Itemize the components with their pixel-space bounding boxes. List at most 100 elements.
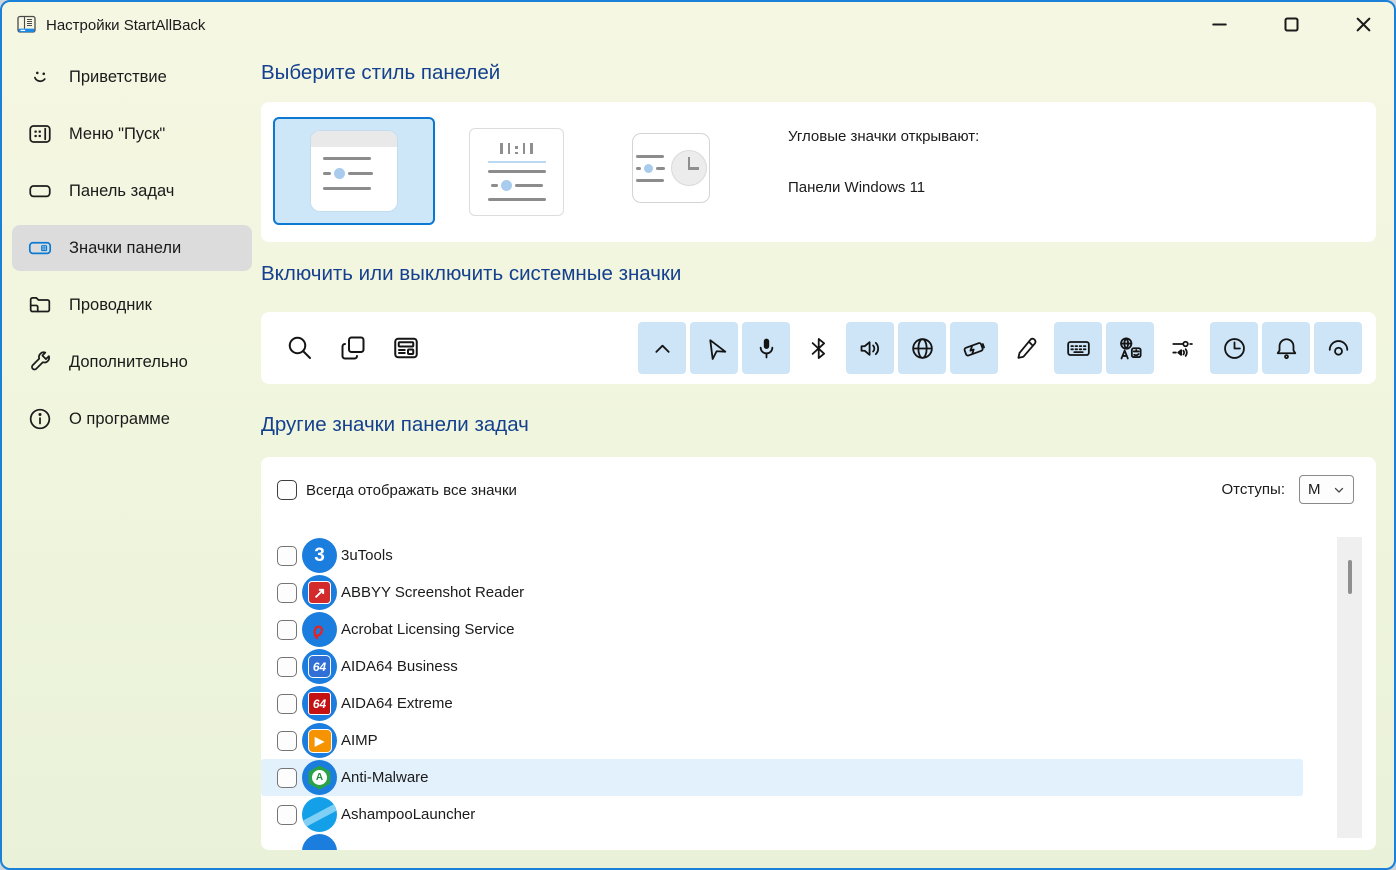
app-name: ABBYY Screenshot Reader	[341, 584, 525, 601]
task-view-icon[interactable]	[338, 333, 368, 363]
app-checkbox[interactable]	[277, 656, 297, 677]
widgets-icon[interactable]	[391, 333, 421, 363]
spacing-row: Отступы: M	[1222, 475, 1354, 504]
app-window: Настройки StartAllBack Приветствие Меню "…	[0, 0, 1396, 870]
toggle-network-globe[interactable]	[898, 322, 946, 374]
app-row-aida64-business[interactable]: 64 AIDA64 Business	[261, 648, 1303, 685]
toggle-pen[interactable]	[1002, 322, 1050, 374]
app-row-aimp[interactable]: ▶ AIMP	[261, 722, 1303, 759]
app-row-3utools[interactable]: 3 3uTools	[261, 537, 1303, 574]
app-checkbox[interactable]	[277, 545, 297, 566]
tray-icons-icon	[27, 235, 53, 261]
app-row-acrobat-licensing[interactable]: Acrobat Licensing Service	[261, 611, 1303, 648]
scrollbar[interactable]	[1337, 537, 1362, 838]
keyboard-icon	[1065, 335, 1092, 362]
spacing-select[interactable]: M	[1299, 475, 1354, 504]
toggle-location[interactable]	[690, 322, 738, 374]
3utools-app-icon: 3	[302, 538, 337, 573]
sidebar-item-tray-icons[interactable]: Значки панели	[12, 225, 252, 271]
scrollbar-thumb[interactable]	[1347, 560, 1352, 594]
app-checkbox[interactable]	[277, 804, 297, 825]
toggle-bluetooth[interactable]	[794, 322, 842, 374]
folder-icon	[27, 292, 53, 318]
system-icons-heading: Включить или выключить системные значки	[261, 262, 682, 285]
sidebar-item-start-menu[interactable]: Меню "Пуск"	[12, 111, 252, 157]
volume-icon	[857, 335, 884, 362]
bell-icon	[1273, 335, 1300, 362]
toggle-battery[interactable]	[950, 322, 998, 374]
sidebar-item-label: Меню "Пуск"	[69, 124, 166, 143]
ashampoo-launcher-app-icon	[302, 797, 337, 832]
style-panel: Угловые значки открывают: Панели Windows…	[261, 102, 1376, 242]
sidebar-item-label: Дополнительно	[69, 352, 188, 371]
app-checkbox[interactable]	[277, 730, 297, 751]
language-icon	[1117, 335, 1144, 362]
system-icons-panel	[261, 312, 1376, 384]
app-name: AshampooLauncher	[341, 806, 476, 823]
tray-icons-panel: Всегда отображать все значки Отступы: M …	[261, 457, 1376, 850]
app-row-anti-malware[interactable]: A Anti-Malware	[261, 759, 1303, 796]
app-name: AIMP	[341, 732, 378, 749]
sidebar-item-advanced[interactable]: Дополнительно	[12, 339, 252, 385]
sidebar-item-label: О программе	[69, 409, 170, 428]
app-list: 3 3uTools ↗ ABBYY Screenshot Reader Acrobat …	[261, 537, 1303, 850]
toggle-language[interactable]	[1106, 322, 1154, 374]
app-checkbox[interactable]	[277, 693, 297, 714]
app-name: AIDA64 Extreme	[341, 695, 453, 712]
tray-icons-heading: Другие значки панели задач	[261, 413, 529, 436]
partial-next-app-app-icon	[302, 834, 337, 850]
spacing-value: M	[1308, 481, 1321, 498]
app-name: 3uTools	[341, 547, 393, 564]
sidebar-item-label: Панель задач	[69, 181, 175, 200]
content: Выберите стиль панелей Угловые значки от…	[261, 2, 1376, 868]
always-show-label: Всегда отображать все значки	[306, 481, 517, 499]
network-globe-icon	[909, 335, 936, 362]
app-row-aida64-extreme[interactable]: 64 AIDA64 Extreme	[261, 685, 1303, 722]
toggle-bell[interactable]	[1262, 322, 1310, 374]
app-checkbox[interactable]	[277, 767, 297, 788]
location-icon	[701, 335, 728, 362]
app-row-abbyy-screenshot-reader[interactable]: ↗ ABBYY Screenshot Reader	[261, 574, 1303, 611]
style-card-win10-tray[interactable]	[469, 128, 564, 216]
style-card-win11-panels[interactable]	[273, 117, 435, 225]
system-icons-toggle-group	[638, 322, 1362, 374]
toggle-presence-eye[interactable]	[1314, 322, 1362, 374]
sidebar-item-taskbar[interactable]: Панель задач	[12, 168, 252, 214]
clock-icon	[1221, 335, 1248, 362]
spacing-label: Отступы:	[1221, 481, 1285, 498]
aida64-business-app-icon: 64	[302, 649, 337, 684]
sidebar-item-welcome[interactable]: Приветствие	[12, 54, 252, 100]
sidebar-item-about[interactable]: О программе	[12, 396, 252, 442]
window-title: Настройки StartAllBack	[46, 16, 206, 34]
aimp-app-icon: ▶	[302, 723, 337, 758]
volume-mixer-icon	[1169, 335, 1196, 362]
wrench-icon	[27, 349, 53, 375]
smiley-icon	[27, 64, 53, 90]
app-logo-icon	[16, 14, 38, 36]
toggle-chevron-up[interactable]	[638, 322, 686, 374]
app-checkbox[interactable]	[277, 619, 297, 640]
search-icon[interactable]	[285, 333, 315, 363]
sidebar-item-label: Проводник	[69, 295, 152, 314]
toggle-keyboard[interactable]	[1054, 322, 1102, 374]
style-card-clock-flyout[interactable]	[632, 133, 710, 203]
toggle-clock[interactable]	[1210, 322, 1258, 374]
app-row-partial-next-app[interactable]	[261, 833, 1303, 850]
system-icons-left-group	[285, 312, 421, 384]
always-show-checkbox[interactable]	[277, 480, 297, 500]
toggle-volume-mixer[interactable]	[1158, 322, 1206, 374]
chevron-down-icon	[1334, 487, 1344, 493]
start-menu-icon	[27, 121, 53, 147]
app-row-ashampoo-launcher[interactable]: AshampooLauncher	[261, 796, 1303, 833]
toggle-volume[interactable]	[846, 322, 894, 374]
aida64-extreme-app-icon: 64	[302, 686, 337, 721]
sidebar-item-label: Значки панели	[69, 238, 182, 257]
chevron-up-icon	[649, 335, 676, 362]
app-name: AIDA64 Business	[341, 658, 458, 675]
toggle-microphone[interactable]	[742, 322, 790, 374]
app-name: Acrobat Licensing Service	[341, 621, 515, 638]
presence-eye-icon	[1325, 335, 1352, 362]
app-checkbox[interactable]	[277, 582, 297, 603]
always-show-row: Всегда отображать все значки	[277, 480, 517, 500]
sidebar-item-explorer[interactable]: Проводник	[12, 282, 252, 328]
